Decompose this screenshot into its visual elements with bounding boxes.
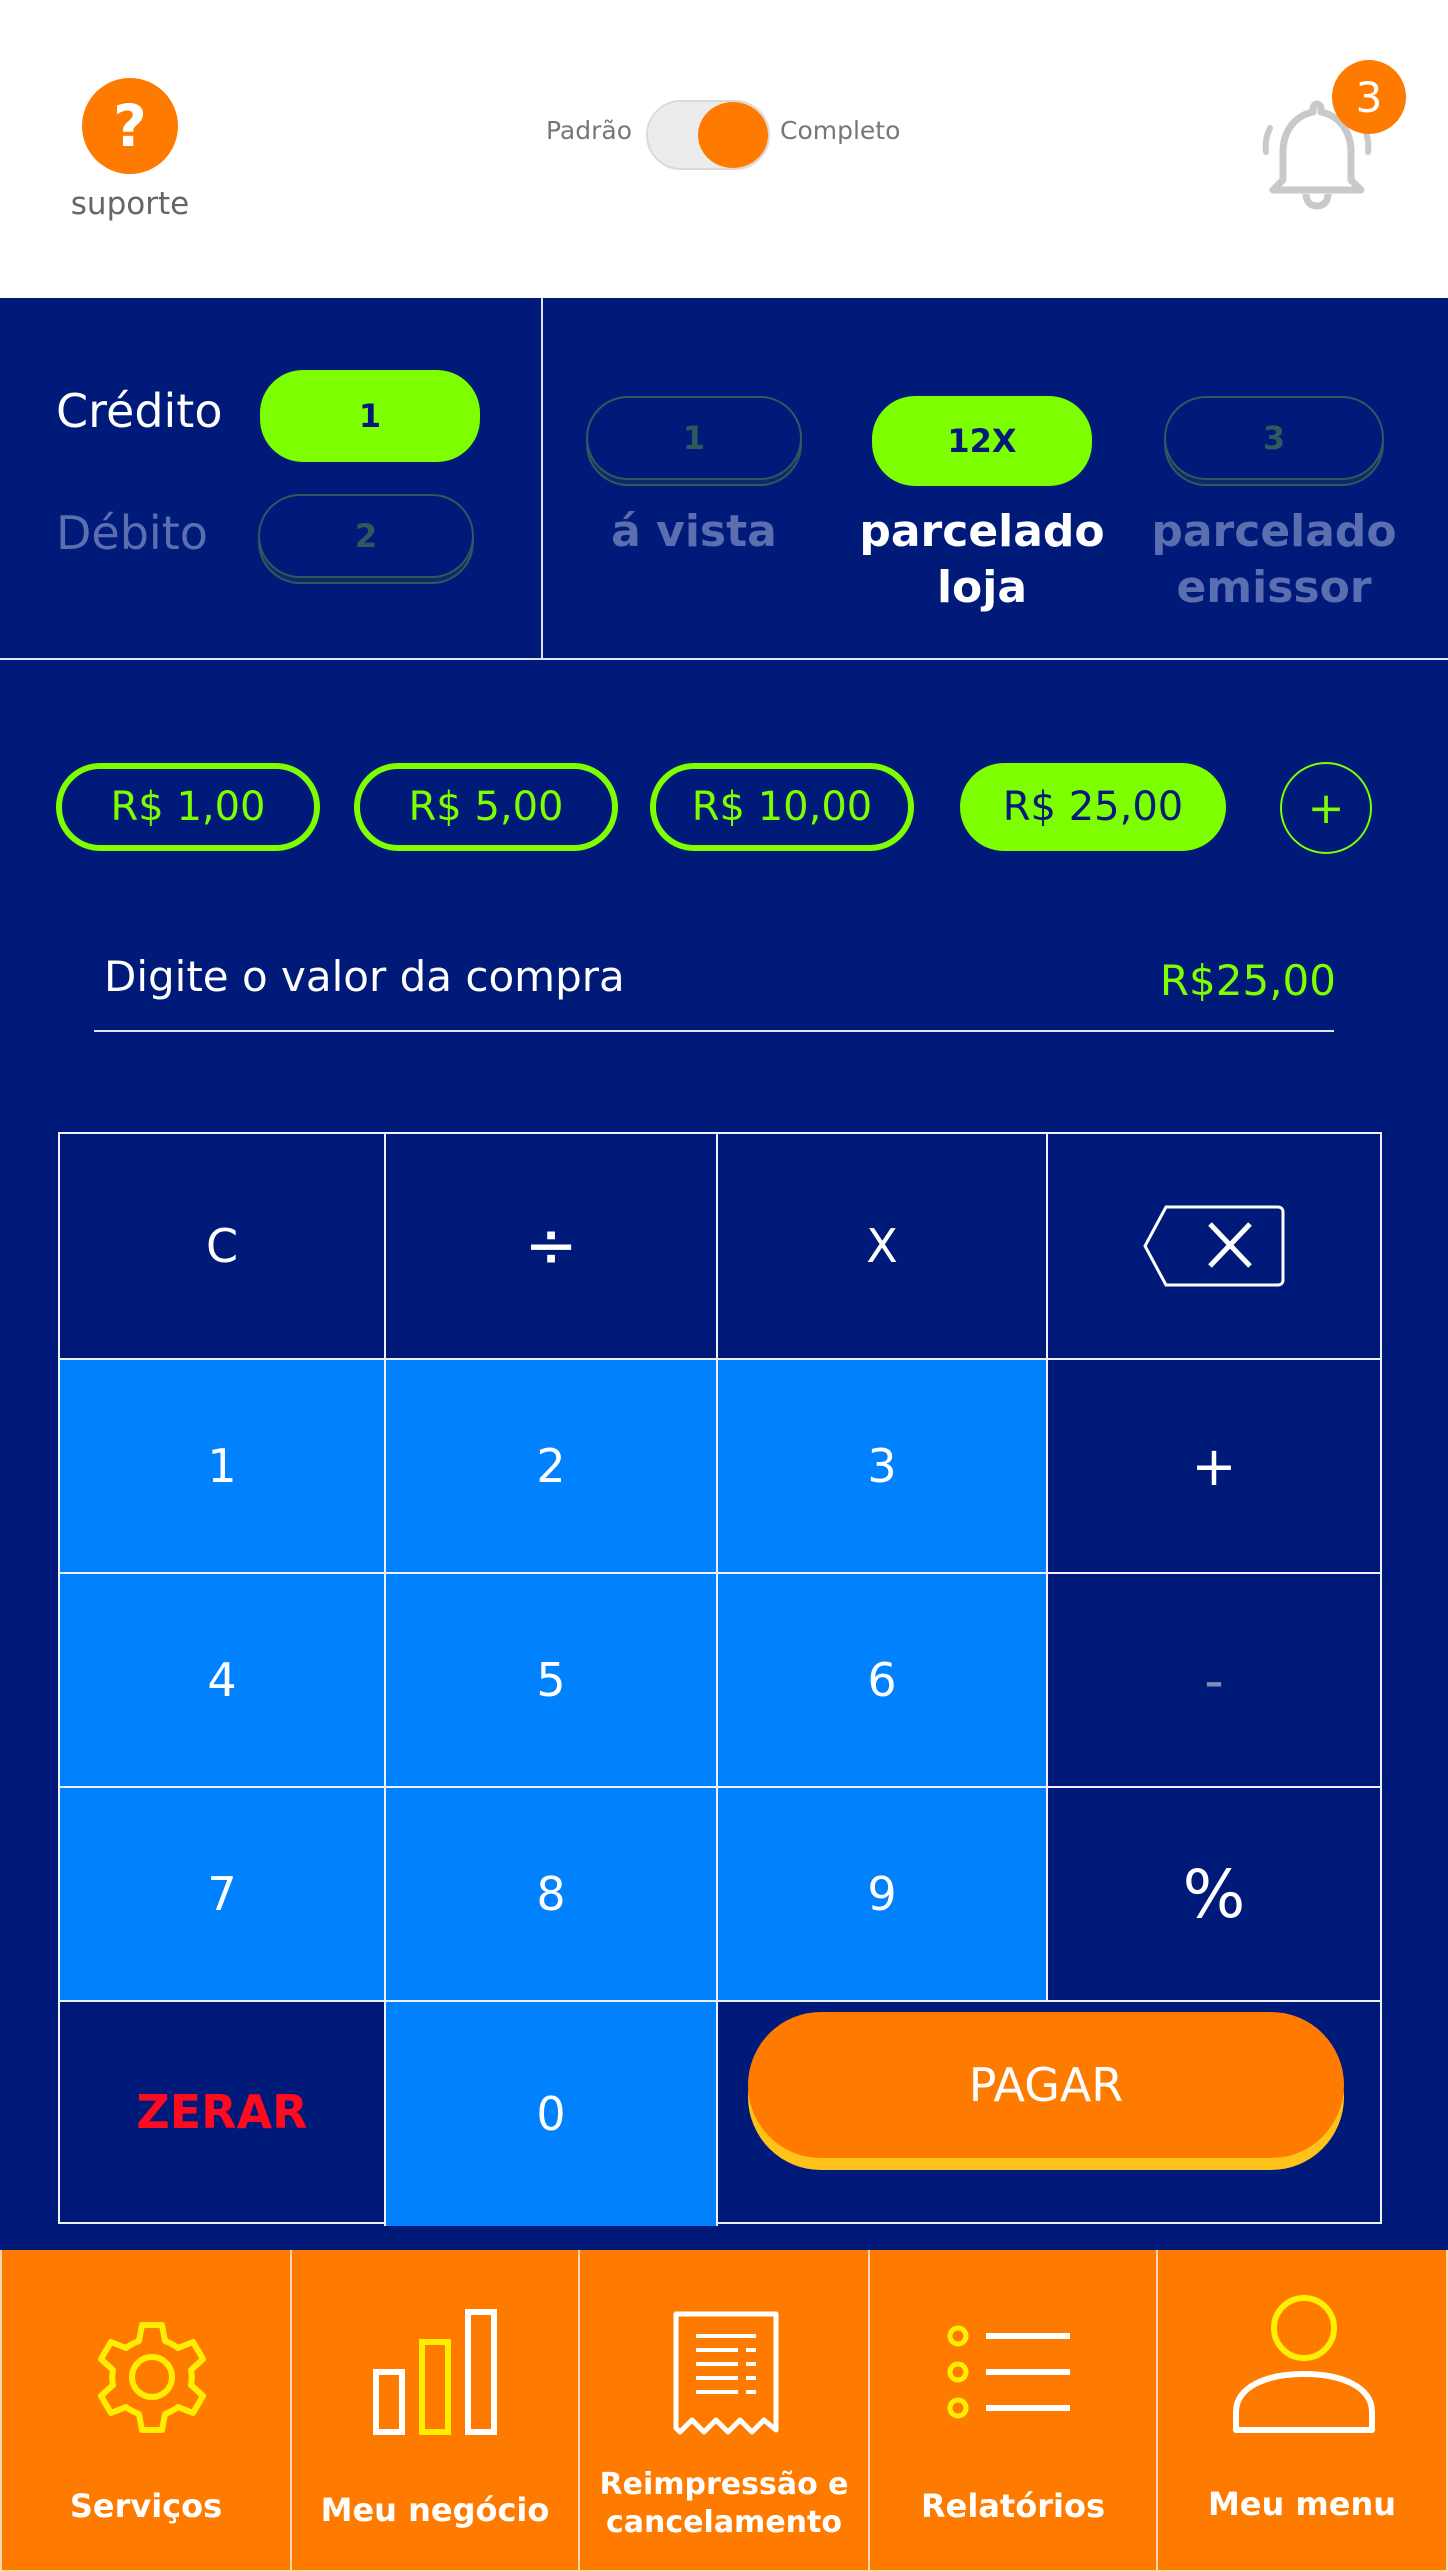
add-quick-amount-button[interactable]: + [1280, 762, 1372, 854]
amount-input-label[interactable]: Digite o valor da compra [104, 952, 625, 1001]
installment-label-parcelado-loja[interactable]: parcelado loja [842, 504, 1122, 616]
key-4[interactable]: 4 [58, 1572, 386, 1788]
mode-toggle-left-label: Padrão [545, 116, 632, 145]
divider-horizontal [0, 658, 1448, 660]
nav-label: Serviços [69, 2487, 223, 2525]
support-button[interactable]: ? [82, 78, 178, 174]
nav-item-meu-menu[interactable]: Meu menu [1156, 2250, 1448, 2572]
debit-label[interactable]: Débito [56, 506, 208, 560]
header: ? suporte Padrão Completo 3 [0, 0, 1448, 298]
key-7[interactable]: 7 [58, 1786, 386, 2002]
nav-label-line2: cancelamento [606, 2505, 842, 2540]
key-5[interactable]: 5 [384, 1572, 718, 1788]
key-backspace[interactable] [1046, 1132, 1382, 1360]
installment-label-line1: parcelado [859, 506, 1105, 557]
amount-underline [94, 1030, 1334, 1032]
key-minus[interactable]: - [1046, 1572, 1382, 1788]
key-2[interactable]: 2 [384, 1358, 718, 1574]
list-icon [947, 2325, 1070, 2419]
mode-toggle-right-label: Completo [780, 116, 901, 145]
nav-label: Reimpressão e cancelamento [580, 2466, 868, 2542]
gear-icon [98, 2322, 206, 2433]
bar-chart-icon [373, 2309, 497, 2435]
payment-panel: Crédito 1 Débito 2 1 á vista 12X parcela… [0, 298, 1448, 2250]
divider-vertical [541, 298, 543, 658]
key-multiply[interactable]: X [716, 1132, 1048, 1360]
key-plus[interactable]: + [1046, 1358, 1382, 1574]
quick-amount-10[interactable]: R$ 10,00 [650, 763, 914, 851]
quick-amount-1[interactable]: R$ 1,00 [56, 763, 320, 851]
credit-label[interactable]: Crédito [56, 384, 222, 438]
key-clear[interactable]: C [58, 1132, 386, 1360]
key-0[interactable]: 0 [384, 2000, 718, 2226]
installment-key-parcelado-loja[interactable]: 12X [872, 396, 1092, 486]
nav-item-reimpressao[interactable]: Reimpressão e cancelamento [578, 2250, 870, 2572]
key-3[interactable]: 3 [716, 1358, 1048, 1574]
question-icon: ? [113, 92, 147, 160]
nav-item-relatorios[interactable]: Relatórios [868, 2250, 1158, 2572]
installment-key-parcelado-emissor[interactable]: 3 [1164, 396, 1384, 480]
key-9[interactable]: 9 [716, 1786, 1048, 2002]
key-1[interactable]: 1 [58, 1358, 386, 1574]
nav-label: Relatórios [921, 2487, 1105, 2525]
support-label: suporte [70, 186, 190, 222]
pay-button-wrap: PAGAR [748, 2012, 1344, 2176]
installment-key-a-vista[interactable]: 1 [586, 396, 802, 480]
mode-toggle[interactable] [646, 100, 770, 170]
notification-badge: 3 [1332, 60, 1406, 134]
receipt-icon [673, 2311, 779, 2435]
installment-label-line1: parcelado [1151, 506, 1397, 557]
amount-value[interactable]: R$25,00 [1160, 956, 1336, 1005]
key-8[interactable]: 8 [384, 1786, 718, 2002]
credit-key-button[interactable]: 1 [260, 370, 480, 462]
key-divide[interactable]: ÷ [384, 1132, 718, 1360]
installment-label-a-vista[interactable]: á vista [574, 504, 814, 560]
installment-label-line2: emissor [1176, 562, 1372, 613]
quick-amount-25[interactable]: R$ 25,00 [960, 763, 1226, 851]
nav-label: Meu negócio [320, 2491, 550, 2529]
pay-button[interactable]: PAGAR [748, 2012, 1344, 2158]
nav-item-servicos[interactable]: Serviços [0, 2250, 292, 2572]
key-zerar[interactable]: ZERAR [58, 2000, 386, 2224]
nav-label-line1: Reimpressão e [599, 2467, 849, 2502]
user-icon [1233, 2295, 1375, 2433]
bottom-nav: Serviços Meu negócio Reimpressão e cance… [0, 2250, 1448, 2572]
mode-toggle-knob [698, 102, 768, 168]
installment-label-parcelado-emissor[interactable]: parcelado emissor [1134, 504, 1414, 616]
debit-key-button[interactable]: 2 [258, 494, 474, 578]
nav-item-meu-negocio[interactable]: Meu negócio [290, 2250, 580, 2572]
backspace-icon [1143, 1205, 1285, 1287]
nav-label: Meu menu [1207, 2485, 1397, 2523]
key-percent[interactable]: % [1046, 1786, 1382, 2002]
key-6[interactable]: 6 [716, 1572, 1048, 1788]
quick-amount-5[interactable]: R$ 5,00 [354, 763, 618, 851]
installment-label-line2: loja [936, 562, 1028, 613]
